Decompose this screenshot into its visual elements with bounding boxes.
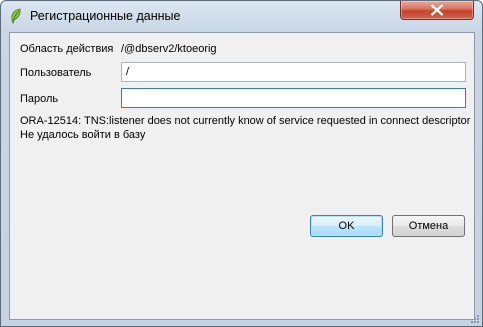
resize-grip-icon[interactable] [470,314,480,324]
user-label: Пользователь [20,67,92,79]
title-bar[interactable]: Регистрационные данные [1,1,482,32]
scope-value: /@dbserv2/ktoeorig [121,43,217,55]
dialog-body: Область действия /@dbserv2/ktoeorig Поль… [9,32,475,320]
status-message: Не удалось войти в базу [20,129,146,141]
close-button[interactable] [400,1,474,20]
error-message: ORA-12514: TNS:listener does not current… [20,115,471,127]
qgis-leaf-icon [11,8,21,24]
cancel-button[interactable]: Отмена [392,215,465,237]
login-dialog: Регистрационные данные Область действия … [0,0,483,327]
ok-button[interactable]: OK [310,215,383,237]
password-field[interactable] [121,88,466,108]
window-title: Регистрационные данные [30,9,181,23]
user-field[interactable] [121,62,466,82]
password-label: Пароль [20,93,59,105]
close-icon [430,4,444,16]
scope-label: Область действия [20,43,114,55]
